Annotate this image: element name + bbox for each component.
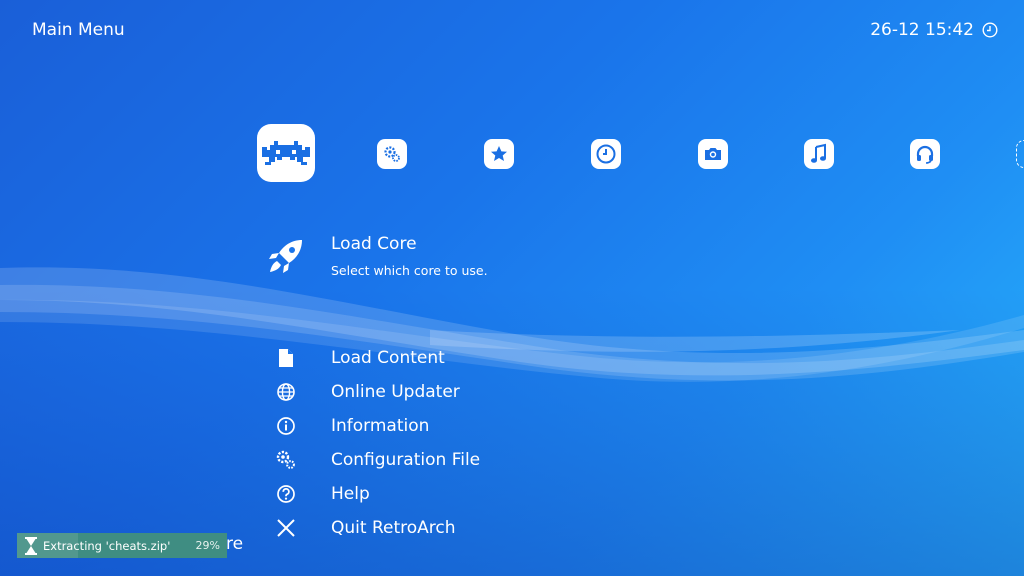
rocket-icon — [269, 240, 302, 273]
info-icon — [277, 417, 295, 435]
tab-main-menu[interactable] — [257, 124, 315, 182]
menu-item-label: Load Content — [331, 348, 445, 368]
selected-item-label[interactable]: Load Core — [331, 234, 417, 254]
menu-item-label: Online Updater — [331, 382, 460, 402]
tab-settings[interactable] — [377, 139, 407, 169]
globe-icon — [277, 383, 295, 401]
selected-item-sublabel: Select which core to use. — [331, 263, 488, 278]
menu-item-quit-retroarch[interactable]: Quit RetroArch — [270, 515, 456, 541]
tab-netplay[interactable] — [910, 139, 940, 169]
music-note-icon — [811, 143, 826, 163]
tab-bar — [0, 0, 1024, 200]
tab-add[interactable] — [1016, 140, 1024, 168]
menu-item-online-updater[interactable]: Online Updater — [270, 379, 460, 405]
menu-item-load-content[interactable]: Load Content — [270, 345, 445, 371]
clock-icon — [596, 144, 616, 164]
tab-history[interactable] — [591, 139, 621, 169]
status-notification: Extracting 'cheats.zip' 29% — [17, 533, 227, 558]
retroarch-invader-icon — [262, 141, 310, 165]
headset-icon — [916, 145, 934, 164]
menu-item-partial-label: re — [226, 534, 244, 554]
tab-music[interactable] — [804, 139, 834, 169]
file-icon — [279, 349, 293, 367]
menu-item-label: Quit RetroArch — [331, 518, 456, 538]
help-icon — [277, 485, 295, 503]
status-percent: 29% — [195, 539, 220, 552]
menu-item-help[interactable]: Help — [270, 481, 370, 507]
menu-item-information[interactable]: Information — [270, 413, 429, 439]
menu-item-label: Help — [331, 484, 370, 504]
tab-favorites[interactable] — [484, 139, 514, 169]
status-text: Extracting 'cheats.zip' — [43, 538, 171, 553]
camera-icon — [705, 148, 721, 160]
gears-icon — [384, 146, 400, 162]
menu-item-label: Configuration File — [331, 450, 481, 470]
menu-item-label: Information — [331, 416, 430, 436]
close-icon — [277, 519, 295, 537]
hourglass-icon — [25, 536, 37, 555]
tab-images[interactable] — [698, 139, 728, 169]
menu-item-configuration-file[interactable]: Configuration File — [270, 447, 480, 473]
gears-icon — [276, 450, 295, 469]
star-icon — [491, 146, 507, 161]
